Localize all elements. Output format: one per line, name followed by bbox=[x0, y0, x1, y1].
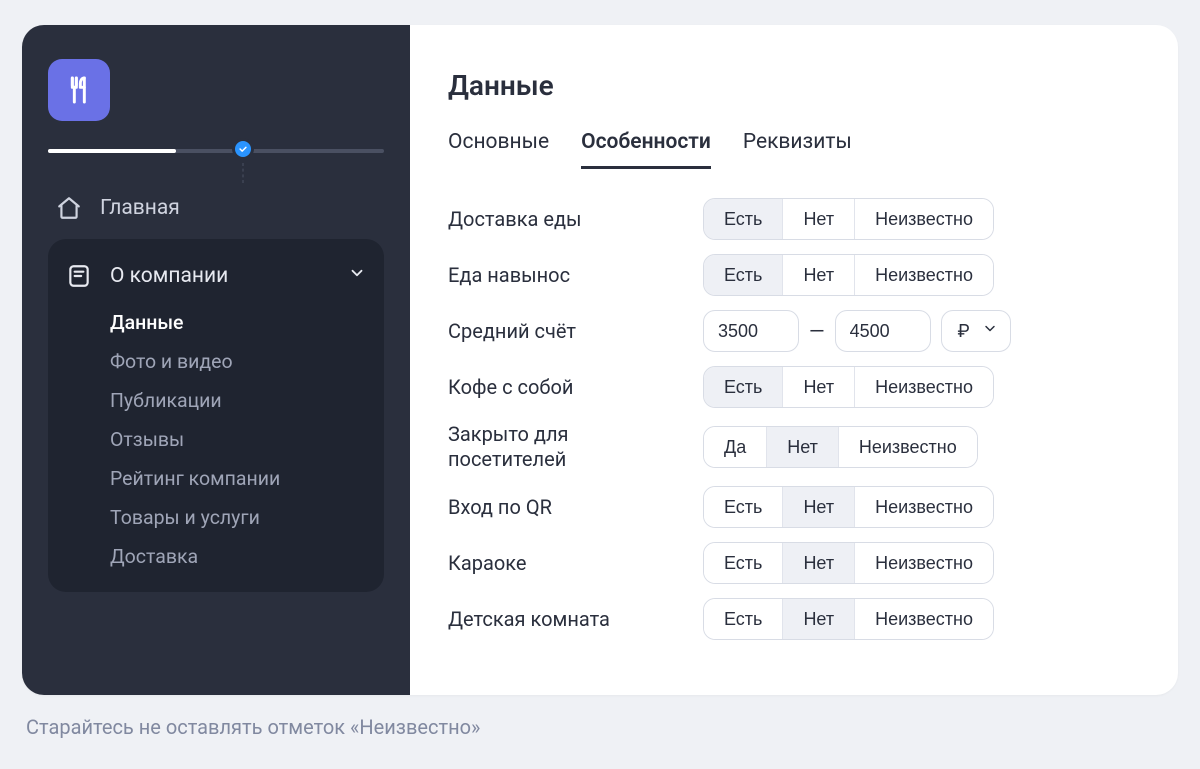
home-icon bbox=[56, 195, 82, 221]
chevron-down-icon bbox=[982, 321, 998, 342]
segmented-control: ЕстьНетНеизвестно bbox=[703, 198, 994, 240]
segmented-option[interactable]: Есть bbox=[704, 367, 782, 407]
segmented-option[interactable]: Неизвестно bbox=[854, 543, 993, 583]
sidebar-subitem[interactable]: Фото и видео bbox=[110, 342, 376, 381]
form-row: Караоке ЕстьНетНеизвестно bbox=[448, 542, 1140, 584]
segmented-option[interactable]: Нет bbox=[782, 199, 854, 239]
form-row: Кофе с собой ЕстьНетНеизвестно bbox=[448, 366, 1140, 408]
nav-group-header[interactable]: О компании bbox=[56, 253, 376, 303]
form-label: Кофе с собой bbox=[448, 375, 683, 400]
tab[interactable]: Особенности bbox=[581, 122, 711, 169]
nav-group-label: О компании bbox=[110, 264, 228, 288]
sidebar-subitem[interactable]: Товары и услуги bbox=[110, 498, 376, 537]
sidebar-subitem[interactable]: Данные bbox=[110, 303, 376, 342]
form-label: Детская комната bbox=[448, 607, 683, 632]
page-title: Данные bbox=[448, 69, 1140, 102]
nav-sublist: ДанныеФото и видеоПубликацииОтзывыРейтин… bbox=[56, 303, 376, 576]
progress-checkpoint-badge bbox=[232, 138, 254, 160]
form-row: Доставка еды ЕстьНетНеизвестно bbox=[448, 198, 1140, 240]
tab[interactable]: Основные bbox=[448, 122, 549, 169]
segmented-option[interactable]: Есть bbox=[704, 599, 782, 639]
sidebar-subitem[interactable]: Отзывы bbox=[110, 420, 376, 459]
main-panel: Данные Основные Особенности Реквизиты Дост… bbox=[410, 25, 1178, 695]
form-label: Средний счёт bbox=[448, 319, 683, 344]
tabs: Основные Особенности Реквизиты bbox=[448, 122, 1140, 170]
sidebar-subitem[interactable]: Публикации bbox=[110, 381, 376, 420]
segmented-option[interactable]: Неизвестно bbox=[854, 255, 993, 295]
sidebar: Главная О компании ДанныеФото и видеоПуб… bbox=[22, 25, 410, 695]
form-label: Вход по QR bbox=[448, 495, 683, 520]
progress-marker-line bbox=[242, 163, 243, 183]
range-control: —₽ bbox=[703, 310, 1011, 352]
nav-group-about: О компании ДанныеФото и видеоПубликацииО… bbox=[48, 239, 384, 592]
form-label: Закрыто для посетителей bbox=[448, 422, 683, 472]
segmented-option[interactable]: Нет bbox=[766, 427, 838, 467]
form-label: Доставка еды bbox=[448, 207, 683, 232]
segmented-option[interactable]: Есть bbox=[704, 255, 782, 295]
range-to-input[interactable] bbox=[835, 310, 931, 352]
currency-value: ₽ bbox=[958, 321, 970, 342]
check-icon bbox=[235, 141, 251, 157]
currency-select[interactable]: ₽ bbox=[941, 310, 1011, 352]
segmented-option[interactable]: Нет bbox=[782, 255, 854, 295]
segmented-option[interactable]: Нет bbox=[782, 367, 854, 407]
segmented-option[interactable]: Неизвестно bbox=[838, 427, 977, 467]
footnote: Старайтесь не оставлять отметок «Неизвес… bbox=[22, 715, 1178, 739]
range-from-input[interactable] bbox=[703, 310, 799, 352]
form-row: Детская комната ЕстьНетНеизвестно bbox=[448, 598, 1140, 640]
progress-fill bbox=[48, 149, 176, 153]
segmented-option[interactable]: Есть bbox=[704, 487, 782, 527]
segmented-control: ДаНетНеизвестно bbox=[703, 426, 978, 468]
form-row: Вход по QR ЕстьНетНеизвестно bbox=[448, 486, 1140, 528]
segmented-control: ЕстьНетНеизвестно bbox=[703, 254, 994, 296]
form-rows: Доставка едыЕстьНетНеизвестноЕда навынос… bbox=[448, 198, 1140, 640]
segmented-option[interactable]: Неизвестно bbox=[854, 599, 993, 639]
form-label: Еда навынос bbox=[448, 263, 683, 288]
brand-restaurant-icon bbox=[48, 59, 110, 121]
segmented-option[interactable]: Есть bbox=[704, 199, 782, 239]
segmented-option[interactable]: Есть bbox=[704, 543, 782, 583]
segmented-option[interactable]: Нет bbox=[782, 487, 854, 527]
segmented-option[interactable]: Нет bbox=[782, 599, 854, 639]
form-row: Средний счёт—₽ bbox=[448, 310, 1140, 352]
sidebar-subitem[interactable]: Рейтинг компании bbox=[110, 459, 376, 498]
segmented-option[interactable]: Неизвестно bbox=[854, 487, 993, 527]
document-icon bbox=[66, 263, 92, 289]
form-label: Караоке bbox=[448, 551, 683, 576]
segmented-option[interactable]: Неизвестно bbox=[854, 199, 993, 239]
segmented-control: ЕстьНетНеизвестно bbox=[703, 366, 994, 408]
segmented-option[interactable]: Да bbox=[704, 427, 766, 467]
sidebar-subitem[interactable]: Доставка bbox=[110, 537, 376, 576]
segmented-control: ЕстьНетНеизвестно bbox=[703, 486, 994, 528]
progress-bar bbox=[48, 139, 384, 163]
app-card: Главная О компании ДанныеФото и видеоПуб… bbox=[22, 25, 1178, 695]
range-dash: — bbox=[809, 319, 825, 343]
form-row: Еда навынос ЕстьНетНеизвестно bbox=[448, 254, 1140, 296]
segmented-control: ЕстьНетНеизвестно bbox=[703, 598, 994, 640]
nav-item-home[interactable]: Главная bbox=[48, 187, 384, 229]
chevron-down-icon bbox=[348, 264, 366, 288]
nav-item-label: Главная bbox=[100, 196, 180, 220]
tab[interactable]: Реквизиты bbox=[743, 122, 852, 169]
segmented-option[interactable]: Неизвестно bbox=[854, 367, 993, 407]
segmented-control: ЕстьНетНеизвестно bbox=[703, 542, 994, 584]
form-row: Закрыто для посетителей ДаНетНеизвестно bbox=[448, 422, 1140, 472]
segmented-option[interactable]: Нет bbox=[782, 543, 854, 583]
